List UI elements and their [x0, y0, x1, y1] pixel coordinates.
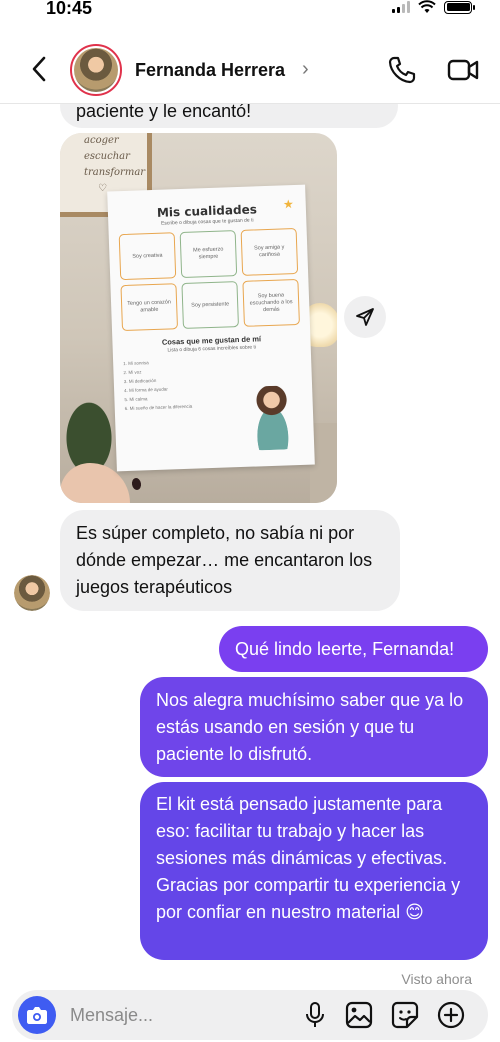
worksheet-cell: Tengo un corazón amable: [120, 283, 179, 332]
outgoing-message: Nos alegra muchísimo saber que ya lo est…: [140, 677, 488, 777]
photo-message[interactable]: acoger escuchar transformar ♡ ★ Mis cual…: [60, 133, 337, 503]
phone-icon: [388, 56, 416, 84]
video-call-button[interactable]: [446, 54, 480, 86]
chevron-right-icon[interactable]: ›: [302, 59, 309, 79]
sticker-icon: [391, 1001, 419, 1029]
incoming-message: Es súper completo, no sabía ni por dónde…: [60, 510, 400, 611]
fingernail: [131, 477, 142, 491]
contact-name[interactable]: Fernanda Herrera: [135, 60, 285, 81]
worksheet-cell: Soy buena escuchando a los demás: [242, 278, 300, 327]
video-camera-icon: [447, 59, 479, 81]
status-bar: 10:45: [0, 0, 500, 22]
message-text: Es súper completo, no sabía ni por dónde…: [76, 523, 373, 597]
message-text: Qué lindo leerte, Fernanda!: [235, 639, 455, 659]
worksheet-cell: Soy persistente: [181, 281, 239, 329]
share-button[interactable]: [344, 296, 386, 338]
microphone-icon: [306, 1002, 324, 1027]
camera-icon: [27, 1007, 47, 1024]
outgoing-message: El kit está pensado justamente para eso:…: [140, 782, 488, 960]
worksheet-cell: Soy creativa: [118, 232, 177, 281]
sticker-button[interactable]: [390, 1000, 420, 1030]
status-time: 10:45: [46, 0, 93, 18]
frame-line: escuchar: [84, 151, 130, 162]
girl-illustration: [244, 384, 301, 451]
chevron-left-icon: [32, 56, 46, 82]
back-button[interactable]: [24, 54, 54, 84]
camera-button[interactable]: [18, 996, 56, 1034]
worksheet-grid: Soy creativa Me esfuerzo siempre Soy ami…: [118, 227, 300, 332]
more-button[interactable]: [436, 1000, 466, 1030]
message-text: El kit está pensado justamente para eso:…: [156, 794, 461, 922]
frame-line: acoger: [84, 135, 119, 146]
worksheet-cell: Me esfuerzo siempre: [179, 230, 238, 279]
message-text: Nos alegra muchísimo saber que ya lo est…: [156, 690, 464, 764]
message-input[interactable]: [70, 1002, 290, 1028]
gallery-button[interactable]: [344, 1000, 374, 1030]
voice-call-button[interactable]: [386, 54, 418, 86]
outgoing-message: Qué lindo leerte, Fernanda!: [219, 626, 488, 672]
worksheet-cell: Soy amiga y cariñosa: [240, 227, 299, 276]
signal-icon: [392, 1, 410, 13]
status-icons: [392, 0, 475, 14]
battery-icon: [444, 0, 475, 14]
microphone-button[interactable]: [300, 1000, 330, 1030]
wifi-icon: [418, 0, 436, 13]
plus-circle-icon: [437, 1001, 465, 1029]
send-icon: [356, 308, 374, 326]
worksheet: ★ Mis cualidades Escribe o dibuja cosas …: [107, 184, 315, 472]
message-text: paciente y le encantó!: [76, 101, 252, 121]
star-icon: ★: [282, 197, 294, 212]
chat-header: Fernanda Herrera ›: [0, 40, 500, 104]
contact-avatar[interactable]: [70, 44, 122, 96]
seen-status: Visto ahora: [401, 971, 472, 987]
frame-line: transformar: [84, 167, 146, 178]
message-composer: [12, 990, 488, 1040]
sender-avatar[interactable]: [14, 575, 50, 611]
image-icon: [345, 1001, 373, 1029]
